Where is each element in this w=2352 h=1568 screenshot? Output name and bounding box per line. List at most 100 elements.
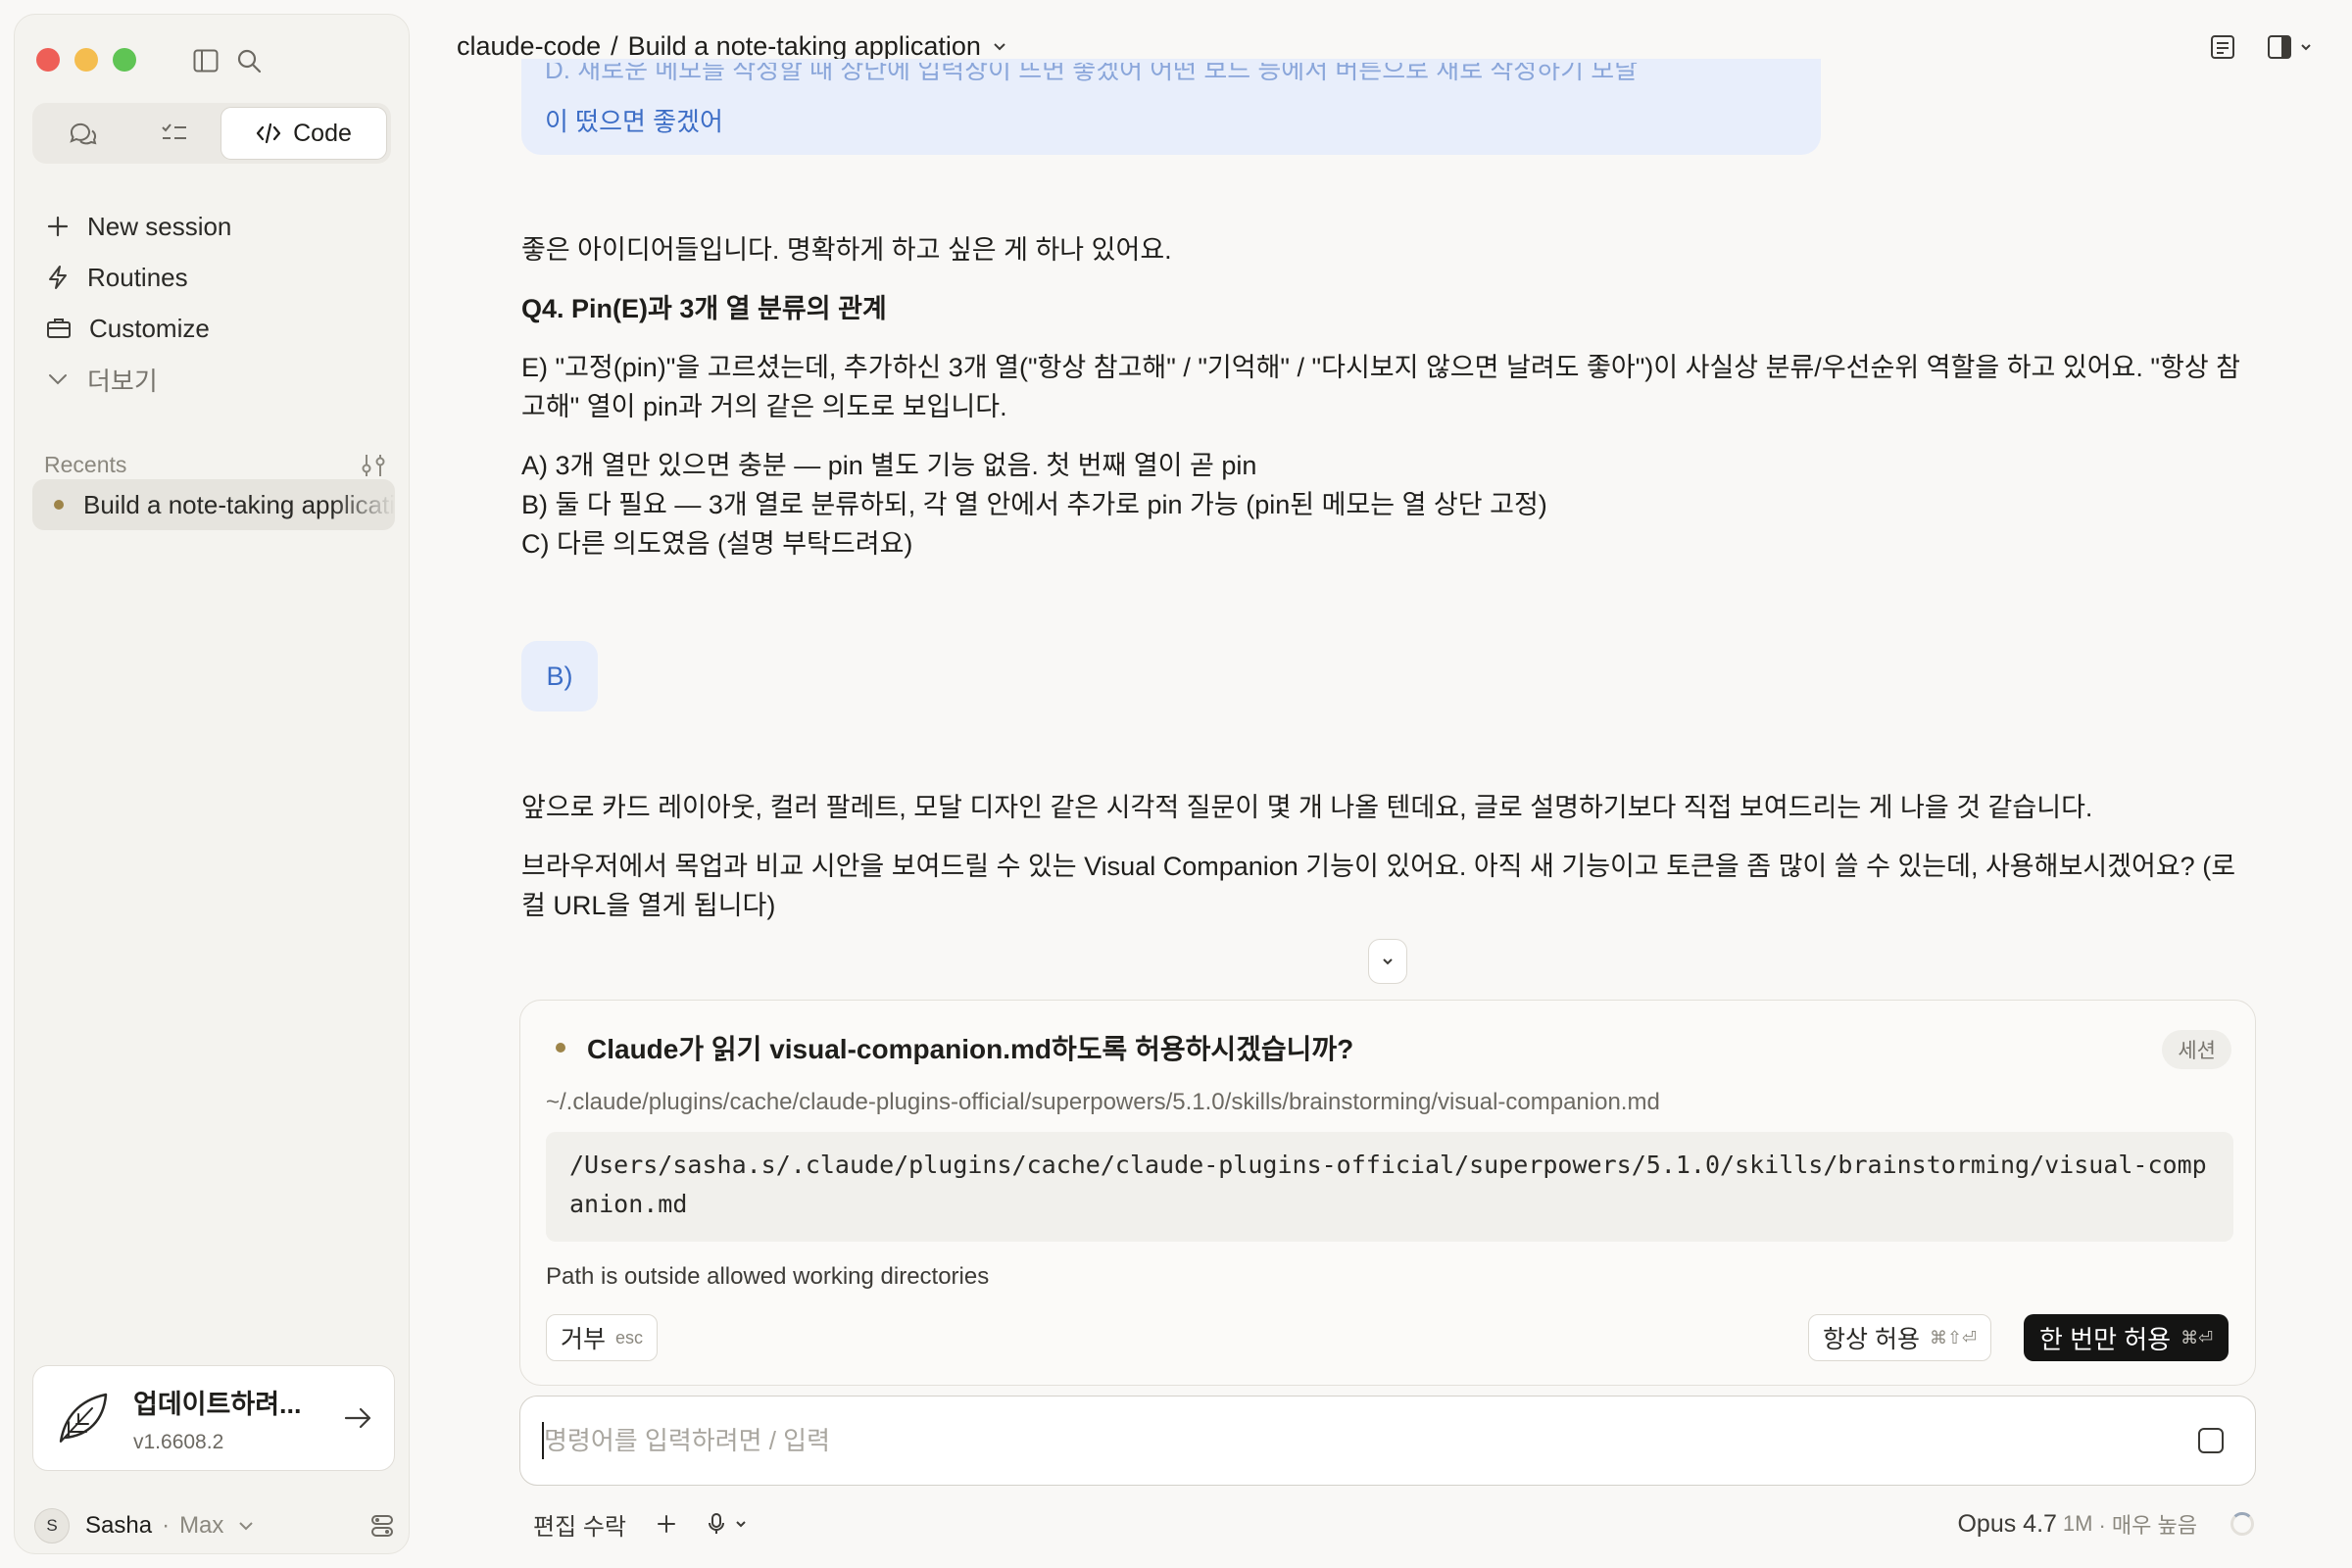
code-mode-label: Code [293,119,352,147]
customize-label: Customize [89,313,210,343]
accept-edits-button[interactable]: 편집 수락 [533,1507,626,1542]
option-b: B) 둘 다 필요 — 3개 열로 분류하되, 각 열 안에서 추가로 pin … [521,490,1547,519]
model-effort: · 매우 높음 [2098,1513,2197,1538]
option-c: C) 다른 의도였음 (설명 부탁드려요) [521,529,913,559]
user-name: Sasha [85,1512,153,1539]
update-title: 업데이트하려... [133,1389,302,1419]
leaf-icon [59,1393,108,1443]
chevron-down-icon [49,374,67,385]
avatar: S [34,1508,70,1544]
allow-once-label: 한 번만 허용 [2039,1324,2172,1354]
search-icon[interactable] [232,44,266,77]
panel-toggle-button[interactable] [2266,33,2313,61]
chevron-down-icon [1383,958,1393,965]
permission-prompt: Claude가 읽기 visual-companion.md하도록 허용하시겠습… [519,1000,2256,1386]
chat-icon [70,122,97,145]
header-actions [2209,33,2313,61]
question-title: Q4. Pin(E)과 3개 열 분류의 관계 [521,294,887,323]
checklist-icon [162,123,186,139]
permission-title: Claude가 읽기 visual-companion.md하도록 허용하시겠습… [587,1034,1354,1064]
user-plan: Max [179,1512,224,1539]
maximize-window-button[interactable] [113,48,136,72]
customize-nav-item[interactable]: Customize [32,303,395,354]
always-allow-label: 항상 허용 [1823,1326,1920,1353]
breadcrumb-project[interactable]: claude-code [457,31,601,62]
chat-mode-button[interactable] [36,107,128,160]
model-name: Opus 4.7 [1957,1509,2057,1538]
previous-user-message: D. 새로운 메모를 작성할 때 상단에 입력창이 뜨면 좋겠어 어떤 보드 등… [521,59,1821,155]
model-context: 1M [2062,1511,2093,1536]
always-allow-shortcut: ⌘⇧⏎ [1929,1327,1978,1348]
lightning-icon [49,266,67,289]
allow-once-button[interactable]: 한 번만 허용 ⌘⏎ [2024,1314,2230,1361]
permission-status-dot [556,1043,565,1053]
more-label: 더보기 [87,366,158,396]
scroll-to-bottom-button[interactable] [1368,939,1407,984]
code-mode-button[interactable]: Code [220,107,387,160]
tasks-mode-button[interactable] [128,107,220,160]
breadcrumb-separator: / [611,31,618,61]
deny-label: 거부 [561,1326,607,1353]
update-card[interactable]: 업데이트하려... v1.6608.2 [32,1365,395,1471]
routines-label: Routines [87,262,188,292]
loading-spinner-icon [2230,1512,2254,1536]
assistant-paragraph-1: 앞으로 카드 레이아웃, 컬러 팔레트, 모달 디자인 같은 시각적 질문이 몇… [521,793,2093,822]
settings-toggle-icon[interactable] [369,1513,395,1539]
previous-user-message-tail: 이 떴으면 좋겠어 [545,107,723,136]
voice-button[interactable] [707,1512,748,1536]
user-reply-text: B) [546,661,573,691]
recent-session-label: Build a note-taking application [83,489,395,519]
assistant-paragraph-2: 브라우저에서 목업과 비교 시안을 보여드릴 수 있는 Visual Compa… [521,852,2236,920]
composer [519,1396,2256,1486]
plus-icon[interactable] [656,1513,677,1535]
assistant-intro: 좋은 아이디어들입니다. 명확하게 하고 싶은 게 하나 있어요. [521,235,1172,265]
panel-right-icon [2268,35,2291,59]
sidebar-nav: New session Routines Customize 더보기 [32,201,395,405]
more-nav-item[interactable]: 더보기 [32,354,395,405]
minimize-window-button[interactable] [74,48,98,72]
user-reply-bubble: B) [521,641,598,711]
deny-shortcut: esc [615,1327,644,1348]
routines-nav-item[interactable]: Routines [32,252,395,303]
document-icon[interactable] [2209,33,2236,61]
close-window-button[interactable] [36,48,60,72]
model-selector[interactable]: Opus 4.7 1M · 매우 높음 [1957,1508,2254,1540]
chevron-down-icon [2301,44,2311,51]
always-allow-button[interactable]: 항상 허용 ⌘⇧⏎ [1808,1314,1992,1361]
sidebar-toggle-icon[interactable] [189,44,222,77]
code-icon [257,122,281,144]
mode-switch: Code [32,103,391,164]
permission-full-path: /Users/sasha.s/.claude/plugins/cache/cla… [546,1132,2233,1242]
update-version: v1.6608.2 [133,1430,224,1453]
sidebar: Code New session Routines Customize 더보기 … [14,14,410,1554]
recents-header: Recents [44,452,387,478]
breadcrumb-session[interactable]: Build a note-taking application [628,31,981,62]
chevron-down-icon [239,1522,254,1531]
recent-session-item[interactable]: Build a note-taking application [32,479,395,530]
previous-user-message-clipped: D. 새로운 메모를 작성할 때 상단에 입력창이 뜨면 좋겠어 어떤 보드 등… [545,63,1639,82]
option-a: A) 3개 열만 있으면 충분 — pin 별도 기능 없음. 첫 번째 열이 … [521,451,1257,480]
breadcrumb: claude-code / Build a note-taking applic… [457,31,1008,62]
recents-label: Recents [44,452,127,477]
composer-toolbar: 편집 수락 Opus 4.7 1M · 매우 높음 [533,1501,2254,1546]
new-session-button[interactable]: New session [32,201,395,252]
user-plan-sep: · [162,1512,171,1539]
filter-icon[interactable] [360,453,387,478]
scope-badge[interactable]: 세션 [2162,1030,2231,1069]
plus-icon [47,216,69,237]
permission-short-path: ~/.claude/plugins/cache/claude-plugins-o… [546,1089,1660,1115]
briefcase-icon [47,318,71,338]
chevron-down-icon [736,1521,746,1528]
window-controls [36,48,136,72]
session-status-dot [54,500,64,510]
arrow-right-icon[interactable] [343,1404,374,1432]
question-body: E) "고정(pin)"을 고르셨는데, 추가하신 3개 열("항상 참고해" … [521,353,2241,421]
deny-button[interactable]: 거부 esc [546,1314,659,1361]
stop-button[interactable] [2198,1428,2224,1453]
new-session-label: New session [87,211,232,241]
prompt-input[interactable] [544,1416,2112,1465]
allow-once-shortcut: ⌘⏎ [2180,1327,2214,1348]
chevron-down-icon[interactable] [991,38,1008,56]
microphone-icon [709,1513,724,1534]
user-menu[interactable]: S Sasha · Max [34,1506,397,1545]
